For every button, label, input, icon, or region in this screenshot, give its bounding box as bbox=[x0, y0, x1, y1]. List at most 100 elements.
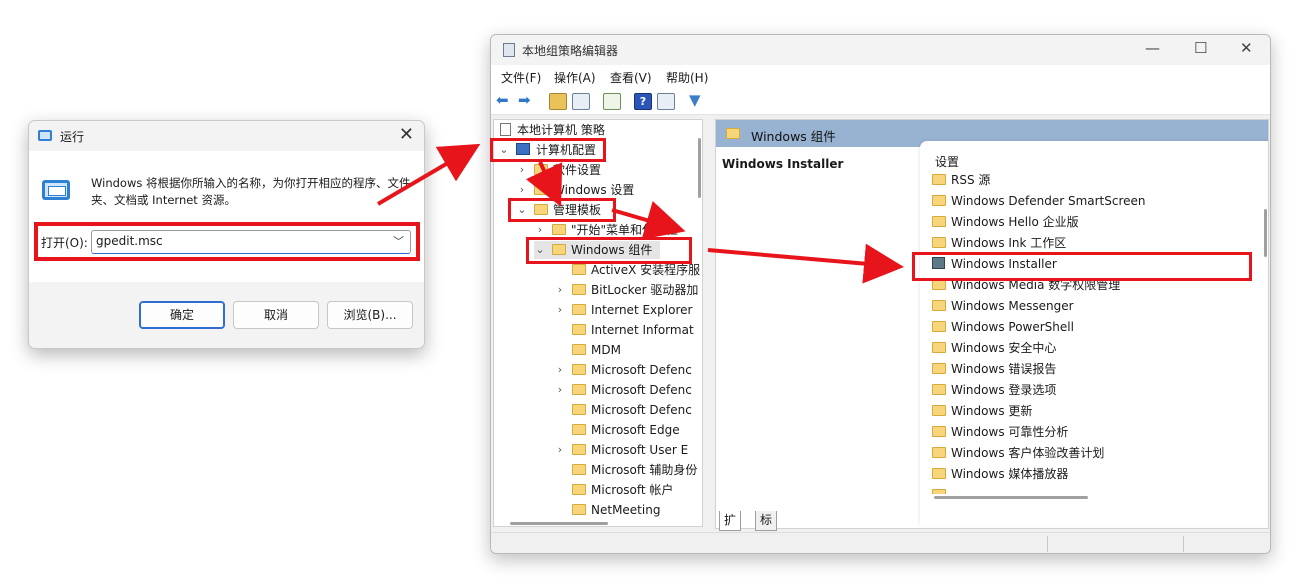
folder-icon bbox=[932, 321, 946, 332]
ok-button[interactable]: 确定 bbox=[139, 301, 225, 329]
tree-horizontal-scrollbar[interactable] bbox=[510, 522, 608, 525]
list-item[interactable]: Windows 安全中心 bbox=[932, 339, 1056, 357]
tree-item-label: Microsoft User E bbox=[591, 443, 689, 457]
up-folder-icon[interactable] bbox=[549, 93, 567, 110]
run-title: 运行 bbox=[60, 130, 85, 144]
tree-vertical-scrollbar[interactable] bbox=[698, 138, 701, 198]
folder-icon bbox=[932, 405, 946, 416]
tree-panel: 本地计算机 策略 ⌄ 计算机配置 › 软件设置 › Windows 设置 ⌄ 管… bbox=[493, 119, 703, 527]
tab-extended[interactable]: 扩展 bbox=[719, 511, 742, 545]
chevron-right-icon[interactable]: › bbox=[554, 301, 566, 319]
close-icon[interactable]: ✕ bbox=[399, 125, 414, 145]
folder-icon bbox=[932, 174, 946, 185]
export-list-icon[interactable] bbox=[603, 93, 621, 110]
folder-icon bbox=[932, 384, 946, 395]
tree-item-edge[interactable]: Microsoft Edge bbox=[572, 421, 680, 439]
folder-icon bbox=[572, 264, 586, 275]
menu-file[interactable]: 文件(F) bbox=[501, 69, 541, 86]
tree-item-windows-settings[interactable]: › Windows 设置 bbox=[516, 181, 635, 199]
tree-item-label: Microsoft Defenc bbox=[591, 383, 692, 397]
tree-item-local-policy[interactable]: 本地计算机 策略 bbox=[500, 121, 605, 139]
menu-view[interactable]: 查看(V) bbox=[610, 69, 652, 86]
chevron-right-icon[interactable]: › bbox=[554, 281, 566, 299]
list-item[interactable]: Windows 登录选项 bbox=[932, 381, 1056, 399]
forward-arrow-icon[interactable]: ➡ bbox=[518, 93, 536, 110]
folder-icon bbox=[572, 424, 586, 435]
browse-button[interactable]: 浏览(B)... bbox=[327, 301, 413, 329]
maximize-icon[interactable]: ☐ bbox=[1194, 39, 1207, 57]
status-divider bbox=[1183, 536, 1184, 552]
folder-icon bbox=[932, 216, 946, 227]
cancel-button[interactable]: 取消 bbox=[233, 301, 319, 329]
list-item[interactable]: Windows 可靠性分析 bbox=[932, 423, 1068, 441]
list-horizontal-scrollbar[interactable] bbox=[934, 496, 1088, 499]
folder-icon bbox=[572, 464, 586, 475]
tree-item-label: Internet Informat bbox=[591, 323, 694, 337]
menu-help[interactable]: 帮助(H) bbox=[666, 69, 708, 86]
tree-item-internet-information[interactable]: Internet Informat bbox=[572, 321, 694, 339]
run-description: Windows 将根据你所输入的名称，为你打开相应的程序、文件夹、文档或 Int… bbox=[91, 176, 411, 207]
list-item-label: Windows 登录选项 bbox=[951, 383, 1057, 397]
tree-item-label: Internet Explorer bbox=[591, 303, 693, 317]
list-item[interactable]: Windows PowerShell bbox=[932, 318, 1074, 336]
tree-item-mdm[interactable]: MDM bbox=[572, 341, 621, 359]
list-item[interactable]: Windows 媒体播放器 bbox=[932, 465, 1068, 483]
filter-icon[interactable]: ▼ bbox=[689, 93, 707, 110]
run-app-icon bbox=[38, 130, 52, 141]
tree-item-defender-3[interactable]: Microsoft Defenc bbox=[572, 401, 692, 419]
tree-item-software-settings[interactable]: › 软件设置 bbox=[516, 161, 601, 179]
details-panel: Windows 组件 Windows Installer 设置 RSS 源 Wi… bbox=[715, 119, 1269, 529]
folder-icon bbox=[572, 384, 586, 395]
menu-action[interactable]: 操作(A) bbox=[554, 69, 596, 86]
settings-list: 设置 RSS 源 Windows Defender SmartScreen Wi… bbox=[920, 141, 1268, 526]
list-item[interactable]: Windows Ink 工作区 bbox=[932, 234, 1066, 252]
tree-item-label: "开始"菜单和任务栏 bbox=[571, 223, 679, 237]
tree-item-microsoft-account[interactable]: Microsoft 帐户 bbox=[572, 481, 673, 499]
folder-icon bbox=[572, 324, 586, 335]
tab-standard[interactable]: 标准 bbox=[755, 511, 778, 545]
folder-icon bbox=[572, 344, 586, 355]
list-item-label: Windows Ink 工作区 bbox=[951, 236, 1067, 250]
list-item[interactable]: Windows Defender SmartScreen bbox=[932, 192, 1146, 210]
chevron-right-icon[interactable]: › bbox=[554, 441, 566, 459]
tree-item-label: 本地计算机 策略 bbox=[517, 123, 605, 137]
tree-item-label: Microsoft Edge bbox=[591, 423, 680, 437]
list-item[interactable]: Windows 错误报告 bbox=[932, 360, 1056, 378]
back-arrow-icon[interactable]: ⬅ bbox=[496, 93, 514, 110]
chevron-right-icon[interactable]: › bbox=[516, 181, 528, 199]
chevron-right-icon[interactable]: › bbox=[516, 161, 528, 179]
help-icon[interactable]: ? bbox=[634, 93, 652, 110]
tree-item-netmeeting[interactable]: NetMeeting bbox=[572, 501, 660, 519]
tree-item-defender-2[interactable]: › Microsoft Defenc bbox=[554, 381, 692, 399]
list-item[interactable]: Windows 客户体验改善计划 bbox=[932, 444, 1104, 462]
list-item-partial[interactable] bbox=[932, 486, 951, 494]
selected-item-name: Windows Installer bbox=[722, 157, 844, 171]
details-header-label: Windows 组件 bbox=[751, 129, 836, 144]
tree-item-label: Microsoft Defenc bbox=[591, 403, 692, 417]
chevron-right-icon[interactable]: › bbox=[554, 361, 566, 379]
folder-icon bbox=[552, 224, 566, 235]
show-hide-tree-icon[interactable] bbox=[572, 93, 590, 110]
tree-item-label: BitLocker 驱动器加 bbox=[591, 283, 699, 297]
tree-item-user-experience[interactable]: › Microsoft User E bbox=[554, 441, 688, 459]
tree-item-bitlocker[interactable]: › BitLocker 驱动器加 bbox=[554, 281, 699, 299]
chevron-right-icon[interactable]: › bbox=[554, 381, 566, 399]
list-vertical-scrollbar[interactable] bbox=[1264, 209, 1267, 257]
folder-icon bbox=[932, 489, 946, 494]
tree-item-defender-1[interactable]: › Microsoft Defenc bbox=[554, 361, 692, 379]
properties-view-icon[interactable] bbox=[657, 93, 675, 110]
list-item[interactable]: RSS 源 bbox=[932, 171, 990, 189]
settings-column-header[interactable]: 设置 bbox=[935, 153, 959, 170]
window-close-icon[interactable]: ✕ bbox=[1240, 39, 1253, 57]
minimize-icon[interactable]: — bbox=[1145, 39, 1160, 57]
tree-item-internet-explorer[interactable]: › Internet Explorer bbox=[554, 301, 693, 319]
list-item[interactable]: Windows Messenger bbox=[932, 297, 1074, 315]
tree-item-secondary-auth[interactable]: Microsoft 辅助身份 bbox=[572, 461, 697, 479]
highlight-computer-config bbox=[490, 138, 606, 162]
input-highlight-box bbox=[34, 222, 420, 261]
run-titlebar: 运行 ✕ bbox=[29, 121, 424, 151]
run-dialog: 运行 ✕ Windows 将根据你所输入的名称，为你打开相应的程序、文件夹、文档… bbox=[28, 120, 425, 349]
folder-icon bbox=[572, 284, 586, 295]
list-item[interactable]: Windows Hello 企业版 bbox=[932, 213, 1079, 231]
list-item[interactable]: Windows 更新 bbox=[932, 402, 1032, 420]
